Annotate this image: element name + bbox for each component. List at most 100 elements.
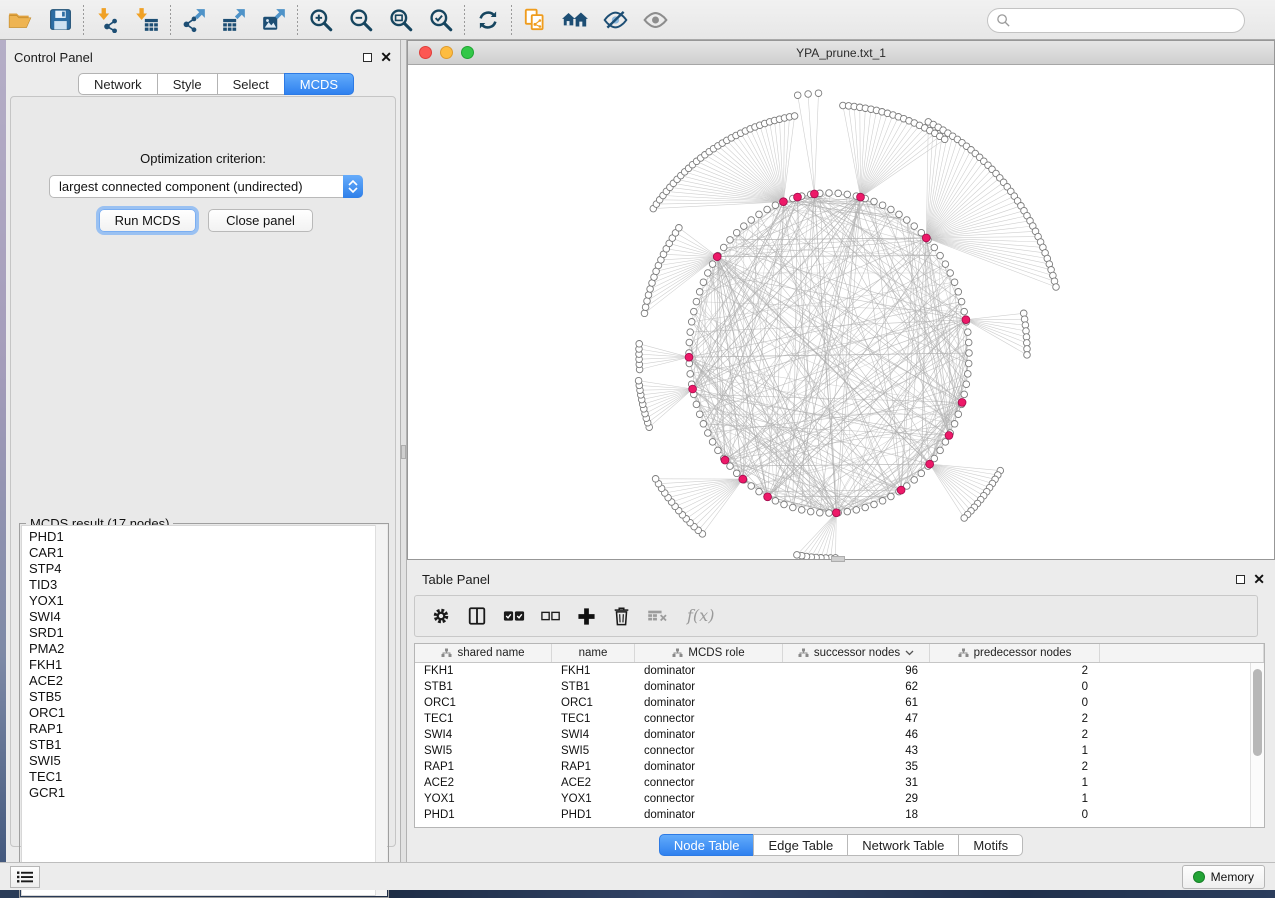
- column-header-shared-name[interactable]: shared name: [415, 644, 552, 662]
- function-builder-button[interactable]: f(x): [685, 605, 719, 627]
- table-cell[interactable]: 29: [783, 791, 930, 807]
- tab-network[interactable]: Network: [78, 73, 158, 95]
- table-cell[interactable]: 46: [783, 727, 930, 743]
- table-cell[interactable]: connector: [635, 743, 783, 759]
- show-details-button[interactable]: [635, 3, 675, 37]
- table-cell[interactable]: dominator: [635, 695, 783, 711]
- export-image-button[interactable]: [254, 3, 294, 37]
- run-mcds-button[interactable]: Run MCDS: [99, 209, 196, 232]
- table-cell[interactable]: 1: [930, 775, 1100, 791]
- table-cell[interactable]: 18: [783, 807, 930, 823]
- table-scrollbar[interactable]: [1250, 663, 1264, 827]
- export-table-button[interactable]: [214, 3, 254, 37]
- table-cell[interactable]: 35: [783, 759, 930, 775]
- table-cell[interactable]: 62: [783, 679, 930, 695]
- mcds-result-item[interactable]: GCR1: [29, 785, 386, 801]
- mcds-result-item[interactable]: CAR1: [29, 545, 386, 561]
- zoom-selected-button[interactable]: [421, 3, 461, 37]
- horizontal-splitter-grip[interactable]: [831, 556, 845, 562]
- mcds-list-scrollbar[interactable]: [375, 525, 387, 896]
- mcds-result-item[interactable]: PMA2: [29, 641, 386, 657]
- tab-edge-table[interactable]: Edge Table: [753, 834, 848, 856]
- tab-motifs[interactable]: Motifs: [958, 834, 1023, 856]
- zoom-out-button[interactable]: [341, 3, 381, 37]
- mcds-result-item[interactable]: STB5: [29, 689, 386, 705]
- table-cell[interactable]: PHD1: [415, 807, 552, 823]
- table-row[interactable]: TEC1TEC1connector472: [415, 711, 1264, 727]
- table-cell[interactable]: SWI5: [552, 743, 635, 759]
- table-cell[interactable]: 31: [783, 775, 930, 791]
- table-cell[interactable]: STB1: [552, 679, 635, 695]
- mcds-result-item[interactable]: TID3: [29, 577, 386, 593]
- mcds-result-item[interactable]: SRD1: [29, 625, 386, 641]
- import-table-button[interactable]: [127, 3, 167, 37]
- table-row[interactable]: ORC1ORC1dominator610: [415, 695, 1264, 711]
- close-panel-icon[interactable]: ✕: [380, 53, 392, 62]
- table-cell[interactable]: dominator: [635, 663, 783, 679]
- mcds-result-list[interactable]: PHD1CAR1STP4TID3YOX1SWI4SRD1PMA2FKH1ACE2…: [21, 525, 387, 896]
- float-panel-icon[interactable]: [363, 53, 372, 62]
- memory-button[interactable]: Memory: [1182, 865, 1265, 889]
- zoom-in-button[interactable]: [301, 3, 341, 37]
- column-header-name[interactable]: name: [552, 644, 635, 662]
- save-session-button[interactable]: [40, 3, 80, 37]
- table-cell[interactable]: connector: [635, 791, 783, 807]
- table-cell[interactable]: FKH1: [415, 663, 552, 679]
- table-cell[interactable]: TEC1: [415, 711, 552, 727]
- table-row[interactable]: ACE2ACE2connector311: [415, 775, 1264, 791]
- tab-style[interactable]: Style: [157, 73, 218, 95]
- mcds-result-item[interactable]: SWI4: [29, 609, 386, 625]
- table-row[interactable]: SWI4SWI4dominator462: [415, 727, 1264, 743]
- table-scrollbar-thumb[interactable]: [1253, 669, 1262, 756]
- table-cell[interactable]: 47: [783, 711, 930, 727]
- splitter-grip[interactable]: [401, 445, 406, 459]
- task-history-button[interactable]: [10, 866, 40, 888]
- table-cell[interactable]: 0: [930, 679, 1100, 695]
- export-network-button[interactable]: [174, 3, 214, 37]
- network-window-titlebar[interactable]: YPA_prune.txt_1: [408, 41, 1274, 65]
- table-cell[interactable]: YOX1: [552, 791, 635, 807]
- mcds-result-item[interactable]: ORC1: [29, 705, 386, 721]
- maximize-window-icon[interactable]: [461, 46, 474, 59]
- table-cell[interactable]: dominator: [635, 807, 783, 823]
- table-row[interactable]: RAP1RAP1dominator352: [415, 759, 1264, 775]
- table-cell[interactable]: ACE2: [415, 775, 552, 791]
- mcds-result-item[interactable]: PHD1: [29, 529, 386, 545]
- close-table-panel-icon[interactable]: ✕: [1253, 575, 1265, 584]
- mcds-result-item[interactable]: STB1: [29, 737, 386, 753]
- table-row[interactable]: FKH1FKH1dominator962: [415, 663, 1264, 679]
- delete-rows-button[interactable]: [612, 606, 631, 626]
- table-cell[interactable]: 2: [930, 727, 1100, 743]
- table-row[interactable]: PHD1PHD1dominator180: [415, 807, 1264, 823]
- table-cell[interactable]: connector: [635, 711, 783, 727]
- table-cell[interactable]: 61: [783, 695, 930, 711]
- tab-mcds[interactable]: MCDS: [284, 73, 354, 95]
- deselect-all-button[interactable]: [541, 610, 561, 622]
- column-header-MCDS-role[interactable]: MCDS role: [635, 644, 783, 662]
- table-cell[interactable]: 2: [930, 759, 1100, 775]
- network-canvas[interactable]: [408, 65, 1274, 559]
- table-cell[interactable]: 0: [930, 807, 1100, 823]
- column-header-predecessor-nodes[interactable]: predecessor nodes: [930, 644, 1100, 662]
- close-panel-button[interactable]: Close panel: [208, 209, 313, 232]
- hide-details-button[interactable]: [595, 3, 635, 37]
- table-cell[interactable]: ORC1: [552, 695, 635, 711]
- table-cell[interactable]: RAP1: [415, 759, 552, 775]
- table-cell[interactable]: connector: [635, 775, 783, 791]
- table-cell[interactable]: dominator: [635, 759, 783, 775]
- select-all-button[interactable]: [503, 609, 525, 623]
- table-row[interactable]: STB1STB1dominator620: [415, 679, 1264, 695]
- close-window-icon[interactable]: [419, 46, 432, 59]
- vertical-splitter[interactable]: [400, 40, 407, 862]
- table-cell[interactable]: 0: [930, 695, 1100, 711]
- add-row-button[interactable]: [577, 607, 596, 626]
- mcds-result-item[interactable]: STP4: [29, 561, 386, 577]
- tab-node-table[interactable]: Node Table: [659, 834, 755, 856]
- table-cell[interactable]: RAP1: [552, 759, 635, 775]
- table-cell[interactable]: ORC1: [415, 695, 552, 711]
- minimize-window-icon[interactable]: [440, 46, 453, 59]
- table-cell[interactable]: dominator: [635, 679, 783, 695]
- tab-select[interactable]: Select: [217, 73, 285, 95]
- table-cell[interactable]: FKH1: [552, 663, 635, 679]
- table-cell[interactable]: 1: [930, 791, 1100, 807]
